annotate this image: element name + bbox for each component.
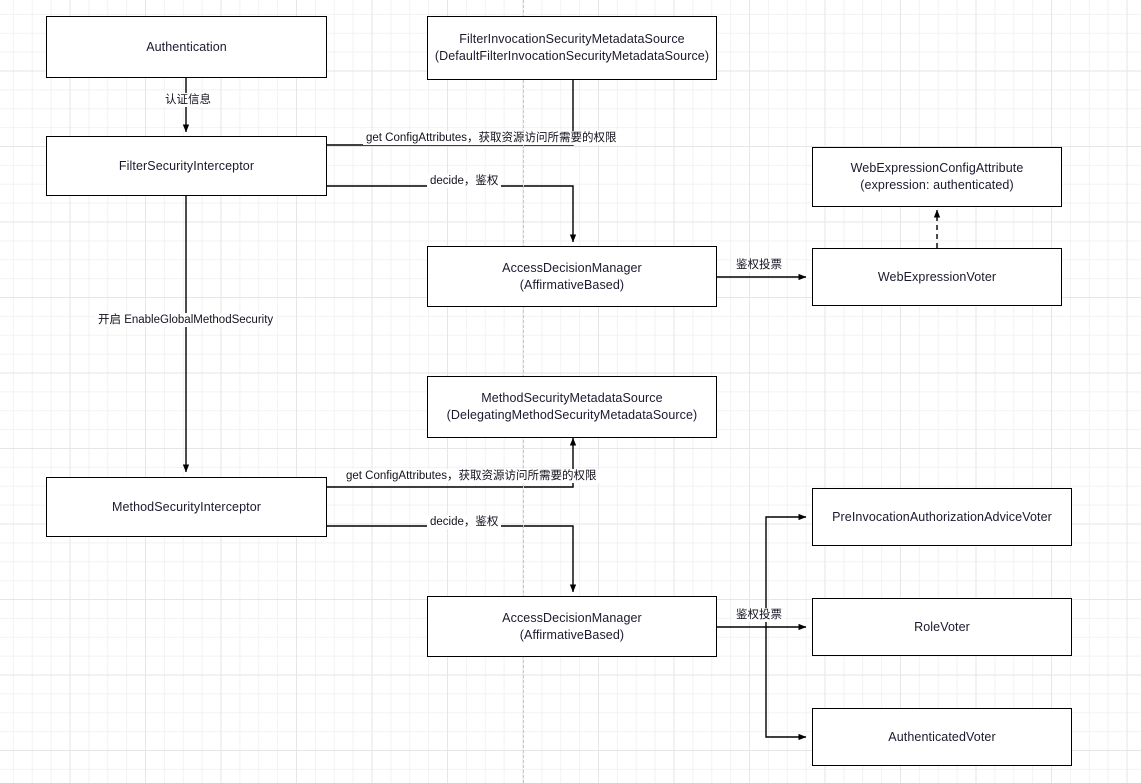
node-pre-invocation-authorization-advice-voter-label: PreInvocationAuthorizationAdviceVoter bbox=[832, 509, 1052, 524]
edge-adm-method-to-authenticated-voter bbox=[765, 627, 807, 741]
node-authentication-label: Authentication bbox=[146, 39, 227, 54]
edge-label-vote-web: 鉴权投票 bbox=[733, 258, 785, 272]
node-pre-invocation-authorization-advice-voter[interactable]: PreInvocationAuthorizationAdviceVoter bbox=[812, 488, 1072, 546]
node-authentication[interactable]: Authentication bbox=[46, 16, 327, 78]
node-filter-invocation-security-metadata-source-label: FilterInvocationSecurityMetadataSource (… bbox=[434, 32, 710, 63]
node-web-expression-voter[interactable]: WebExpressionVoter bbox=[812, 248, 1062, 306]
node-access-decision-manager-web-label: AccessDecisionManager (AffirmativeBased) bbox=[502, 260, 642, 292]
node-method-security-metadata-source-label: MethodSecurityMetadataSource (Delegating… bbox=[446, 391, 698, 422]
edge-label-vote-method: 鉴权投票 bbox=[733, 608, 785, 622]
edge-filter-decide bbox=[327, 185, 577, 243]
edge-label-enable-global-method-security: 开启 EnableGlobalMethodSecurity bbox=[95, 313, 277, 327]
edge-label-decide-web: decide，鉴权 bbox=[427, 174, 502, 188]
node-access-decision-manager-web[interactable]: AccessDecisionManager (AffirmativeBased) bbox=[427, 246, 717, 307]
node-web-expression-config-attribute-label: WebExpressionConfigAttribute (expression… bbox=[850, 161, 1024, 192]
node-authenticated-voter-label: AuthenticatedVoter bbox=[888, 729, 996, 744]
node-filter-invocation-security-metadata-source[interactable]: FilterInvocationSecurityMetadataSource (… bbox=[427, 16, 717, 80]
node-web-expression-voter-label: WebExpressionVoter bbox=[877, 269, 997, 284]
node-filter-security-interceptor[interactable]: FilterSecurityInterceptor bbox=[46, 136, 327, 196]
edge-method-decide bbox=[327, 525, 577, 593]
node-filter-security-interceptor-label: FilterSecurityInterceptor bbox=[118, 158, 255, 173]
node-web-expression-config-attribute[interactable]: WebExpressionConfigAttribute (expression… bbox=[812, 147, 1062, 207]
node-role-voter-label: RoleVoter bbox=[914, 619, 970, 634]
node-role-voter[interactable]: RoleVoter bbox=[812, 598, 1072, 656]
diagram-canvas: Authentication FilterInvocationSecurityM… bbox=[0, 0, 1141, 783]
edge-label-decide-method: decide，鉴权 bbox=[427, 515, 502, 529]
node-method-security-interceptor[interactable]: MethodSecurityInterceptor bbox=[46, 477, 327, 537]
node-method-security-interceptor-label: MethodSecurityInterceptor bbox=[111, 499, 262, 514]
edge-label-auth-info: 认证信息 bbox=[162, 93, 214, 107]
node-authenticated-voter[interactable]: AuthenticatedVoter bbox=[812, 708, 1072, 766]
node-method-security-metadata-source[interactable]: MethodSecurityMetadataSource (Delegating… bbox=[427, 376, 717, 438]
node-access-decision-manager-method[interactable]: AccessDecisionManager (AffirmativeBased) bbox=[427, 596, 717, 657]
edge-label-get-config-method: get ConfigAttributes，获取资源访问所需要的权限 bbox=[343, 469, 600, 483]
edge-label-get-config-web: get ConfigAttributes，获取资源访问所需要的权限 bbox=[363, 131, 620, 145]
node-access-decision-manager-method-label: AccessDecisionManager (AffirmativeBased) bbox=[502, 610, 642, 642]
